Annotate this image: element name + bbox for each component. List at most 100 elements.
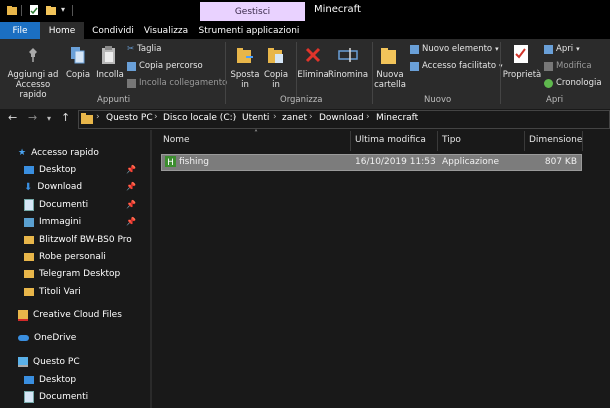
new-item-icon [410, 44, 419, 54]
tab-gestisci[interactable]: Gestisci [200, 2, 305, 21]
back-arrow-icon[interactable]: ← [8, 111, 17, 124]
ribbon-separator [225, 42, 226, 104]
paste-shortcut-icon [127, 78, 136, 88]
properties-icon[interactable] [28, 4, 40, 16]
sidebar-item-label: Blitzwolf BW-BS0 Pro [39, 235, 132, 245]
history-button[interactable]: Cronologia [544, 78, 602, 88]
rename-icon [338, 48, 358, 62]
pin-icon: 📌 [126, 217, 136, 226]
sidebar-item-label: Creative Cloud Files [33, 310, 122, 320]
tab-strumenti-applicazioni[interactable]: Strumenti applicazioni [196, 22, 302, 39]
new-folder-icon[interactable] [45, 4, 57, 16]
properties-button[interactable]: Proprietà [502, 70, 542, 80]
breadcrumb-download[interactable]: Download [319, 113, 364, 123]
breadcrumb-zanet[interactable]: zanet [282, 113, 307, 123]
copy-path-button[interactable]: Copia percorso [127, 61, 203, 71]
sidebar-item-titoli-vari[interactable]: Titoli Vari [24, 285, 81, 299]
column-divider[interactable] [524, 131, 525, 151]
chevron-right-icon: › [273, 112, 277, 122]
copy-to-button[interactable]: Copia in [261, 70, 291, 90]
documents-icon [24, 199, 34, 211]
column-divider[interactable] [582, 131, 583, 151]
history-label: Cronologia [556, 78, 602, 88]
move-to-button[interactable]: Sposta in [230, 70, 260, 90]
copy-button[interactable]: Copia [64, 70, 92, 80]
sidebar-item-telegram-desktop[interactable]: Telegram Desktop [24, 267, 120, 281]
group-label-apri: Apri [546, 95, 564, 105]
easy-access-icon [410, 61, 419, 71]
scissors-icon: ✂ [127, 44, 135, 54]
column-header-nome[interactable]: Nome [163, 135, 190, 145]
tab-condividi[interactable]: Condividi [90, 22, 136, 39]
sidebar-item-accesso-rapido[interactable]: ★ Accesso rapido [18, 146, 99, 160]
sidebar-item-label: Download [37, 182, 83, 192]
sidebar-item-label: Documenti [39, 200, 89, 210]
breadcrumb-questo-pc[interactable]: Questo PC [106, 113, 153, 123]
column-header-tipo[interactable]: Tipo [442, 135, 461, 145]
breadcrumb-disco-locale[interactable]: Disco locale (C:) [163, 113, 236, 123]
sidebar-item-label: Questo PC [33, 357, 80, 367]
sort-chevron-icon: ˄ [254, 129, 258, 138]
sidebar-item-blitzwolf[interactable]: Blitzwolf BW-BS0 Pro [24, 233, 132, 247]
sidebar-item-robe-personali[interactable]: Robe personali [24, 250, 106, 264]
sidebar-item-pc-desktop[interactable]: Desktop [24, 373, 76, 387]
open-button[interactable]: Apri ▾ [544, 44, 580, 54]
chevron-right-icon: › [96, 112, 100, 122]
new-folder-button[interactable]: Nuova cartella [373, 70, 407, 90]
folder-icon [24, 288, 34, 296]
sidebar-item-download[interactable]: ⬇ Download [24, 180, 82, 194]
window-title: Minecraft [314, 4, 361, 15]
group-label-appunti: Appunti [97, 95, 131, 105]
title-bar [0, 0, 610, 22]
sidebar-item-onedrive[interactable]: OneDrive [18, 331, 76, 345]
column-divider[interactable] [350, 131, 351, 151]
forward-arrow-icon[interactable]: → [28, 111, 37, 124]
edit-label: Modifica [556, 61, 592, 71]
chevron-right-icon: › [366, 112, 370, 122]
copy-to-icon [268, 48, 283, 63]
paste-button[interactable]: Incolla [94, 70, 126, 80]
sidebar-item-pc-documenti[interactable]: Documenti [24, 390, 88, 404]
column-header-dimensione[interactable]: Dimensione [529, 135, 582, 145]
tab-file[interactable]: File [0, 22, 40, 39]
paste-shortcut-button[interactable]: Incolla collegamento [127, 78, 227, 88]
qa-menu-icon[interactable]: ▾ [61, 5, 65, 14]
desktop-folder-icon [24, 166, 34, 174]
cut-button[interactable]: ✂ Taglia [127, 44, 161, 54]
breadcrumb-minecraft[interactable]: Minecraft [376, 113, 418, 123]
new-folder-icon [381, 48, 396, 64]
group-label-organizza: Organizza [280, 95, 323, 105]
sidebar-item-creative-cloud[interactable]: Creative Cloud Files [18, 308, 122, 322]
edit-button[interactable]: Modifica [544, 61, 592, 71]
new-item-button[interactable]: Nuovo elemento ▾ [410, 44, 499, 54]
pictures-icon [24, 217, 34, 227]
creative-cloud-icon [18, 309, 28, 321]
rename-button[interactable]: Rinomina [327, 70, 369, 80]
recent-locations-icon[interactable]: ▾ [47, 114, 51, 123]
breadcrumb-utenti[interactable]: Utenti [242, 113, 269, 123]
tab-visualizza[interactable]: Visualizza [140, 22, 192, 39]
folder-icon [24, 236, 34, 244]
sidebar-item-documenti[interactable]: Documenti [24, 198, 88, 212]
sidebar-item-label: Immagini [39, 217, 82, 227]
tab-home[interactable]: Home [40, 22, 84, 39]
sidebar-item-immagini[interactable]: Immagini [24, 215, 81, 229]
computer-icon [18, 357, 28, 367]
qa-divider [21, 5, 22, 16]
sidebar-item-label: Titoli Vari [39, 287, 81, 297]
sidebar-item-label: Desktop [39, 165, 77, 175]
sidebar-item-desktop[interactable]: Desktop [24, 163, 76, 177]
up-arrow-icon[interactable]: ↑ [61, 111, 70, 124]
dropdown-icon: ▾ [576, 45, 580, 53]
pin-quick-access-button[interactable]: Aggiungi ad Accesso rapido [2, 70, 64, 100]
sidebar-item-questo-pc[interactable]: Questo PC [18, 355, 80, 369]
pane-divider[interactable] [150, 130, 152, 408]
column-divider[interactable] [437, 131, 438, 151]
delete-button[interactable]: Elimina [296, 70, 330, 80]
column-header-ultima-modifica[interactable]: Ultima modifica [355, 135, 426, 145]
copy-icon [71, 47, 85, 64]
pin-icon: 📌 [126, 165, 136, 174]
download-icon: ⬇ [24, 181, 33, 193]
open-icon [544, 44, 553, 54]
easy-access-button[interactable]: Accesso facilitato▾ [410, 61, 503, 71]
